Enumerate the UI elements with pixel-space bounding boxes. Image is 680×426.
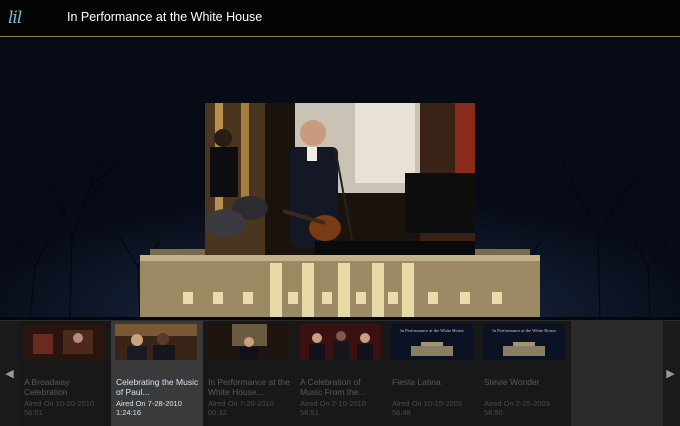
episode-item[interactable]: A Broadway Celebration Aired On 10-20-20… bbox=[19, 321, 111, 426]
video-player[interactable] bbox=[205, 103, 475, 255]
episode-aired: Aired On 10-20-2010 56:51 bbox=[24, 399, 95, 417]
page-title: In Performance at the White House bbox=[67, 10, 263, 24]
episode-title: A Broadway Celebration bbox=[24, 377, 70, 397]
episode-title: Fiesta Latina bbox=[392, 377, 441, 387]
episode-aired: Aired On 10-15-2009 56:48 bbox=[392, 399, 463, 417]
episode-title: Celebrating the Music of Paul... bbox=[116, 377, 199, 397]
video-stage bbox=[0, 37, 680, 320]
episode-title: In Performance at the White House... bbox=[208, 377, 290, 397]
svg-text:In Performance at the White Ho: In Performance at the White House bbox=[492, 328, 556, 333]
episode-aired: Aired On 7-20-2010 00:32 bbox=[208, 399, 274, 417]
episode-thumbnail: In Performance at the White House bbox=[483, 324, 565, 360]
episode-aired: Aired On 7-28-2010 1:24:16 bbox=[116, 399, 182, 417]
episode-title: Stevie Wonder bbox=[484, 377, 540, 387]
chevron-right-icon: ▶ bbox=[666, 368, 675, 380]
episode-aired: Aired On 2-25-2009 56:50 bbox=[484, 399, 550, 417]
episode-aired: Aired On 2-10-2010 56:51 bbox=[300, 399, 366, 417]
empty-slot bbox=[571, 321, 663, 426]
episode-thumbnail bbox=[207, 324, 289, 360]
episode-thumbnail bbox=[115, 324, 197, 360]
episode-item-selected[interactable]: Celebrating the Music of Paul... Aired O… bbox=[111, 321, 203, 426]
svg-text:In Performance at the White Ho: In Performance at the White House bbox=[400, 328, 464, 333]
carousel-prev-button[interactable]: ◀ bbox=[0, 321, 19, 426]
episode-item[interactable]: In Performance at the White House Stevie… bbox=[479, 321, 571, 426]
episode-carousel: ◀ A Broadway Celebration Aired On 10-20-… bbox=[0, 320, 680, 426]
episode-thumbnail bbox=[23, 324, 105, 360]
carousel-next-button[interactable]: ▶ bbox=[661, 321, 680, 426]
concert-video-frame bbox=[205, 103, 475, 255]
episode-item[interactable]: In Performance at the White House... Air… bbox=[203, 321, 295, 426]
episode-item[interactable]: A Celebration of Music From the... Aired… bbox=[295, 321, 387, 426]
pbs-logo[interactable]: lil bbox=[8, 7, 34, 29]
chevron-left-icon: ◀ bbox=[5, 368, 14, 380]
header-bar: lil In Performance at the White House bbox=[0, 0, 680, 37]
carousel-items: A Broadway Celebration Aired On 10-20-20… bbox=[19, 321, 663, 426]
episode-thumbnail: In Performance at the White House bbox=[391, 324, 473, 360]
episode-title: A Celebration of Music From the... bbox=[300, 377, 366, 397]
episode-thumbnail bbox=[299, 324, 381, 360]
episode-item[interactable]: In Performance at the White House Fiesta… bbox=[387, 321, 479, 426]
